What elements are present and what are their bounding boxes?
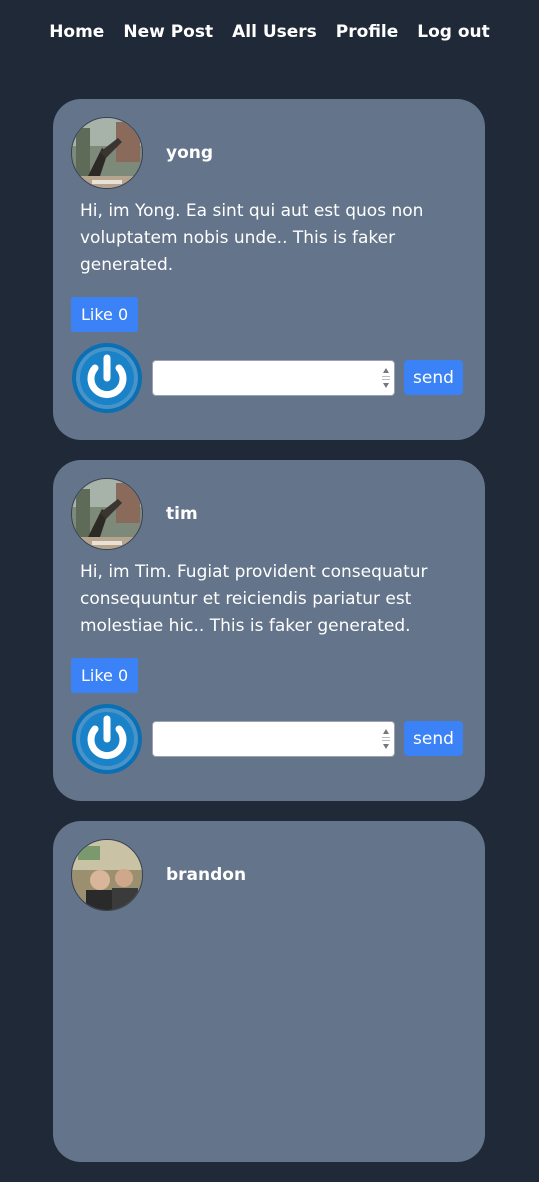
post-username[interactable]: brandon <box>166 863 246 887</box>
spinner-arrows-icon[interactable] <box>381 725 391 753</box>
comment-field <box>152 721 395 757</box>
nav-new-post[interactable]: New Post <box>123 20 213 44</box>
nav-profile[interactable]: Profile <box>336 20 398 44</box>
post-body: Hi, im Tim. Fugiat provident consequatur… <box>80 562 428 636</box>
comment-input[interactable] <box>157 723 381 757</box>
nav-home[interactable]: Home <box>49 20 104 44</box>
user-photo-icon[interactable] <box>71 839 143 911</box>
post-username[interactable]: tim <box>166 502 198 526</box>
post-username[interactable]: yong <box>166 141 213 165</box>
top-nav: Home New Post All Users Profile Log out <box>0 20 539 44</box>
nav-all-users[interactable]: All Users <box>232 20 317 44</box>
power-icon <box>71 342 143 414</box>
comment-input[interactable] <box>157 362 381 396</box>
user-photo-icon[interactable] <box>71 117 143 189</box>
post-card: tim Hi, im Tim. Fugiat provident consequ… <box>53 460 485 801</box>
like-button[interactable]: Like 0 <box>71 297 139 332</box>
user-photo-icon[interactable] <box>71 478 143 550</box>
send-button[interactable]: send <box>404 360 463 395</box>
post-feed: yong Hi, im Yong. Ea sint qui aut est qu… <box>53 99 485 1182</box>
like-button[interactable]: Like 0 <box>71 658 139 693</box>
nav-log-out[interactable]: Log out <box>417 20 490 44</box>
post-card: brandon <box>53 821 485 1162</box>
post-card: yong Hi, im Yong. Ea sint qui aut est qu… <box>53 99 485 440</box>
spinner-arrows-icon[interactable] <box>381 364 391 392</box>
comment-field <box>152 360 395 396</box>
power-icon <box>71 703 143 775</box>
send-button[interactable]: send <box>404 721 463 756</box>
post-body: Hi, im Yong. Ea sint qui aut est quos no… <box>80 201 424 275</box>
